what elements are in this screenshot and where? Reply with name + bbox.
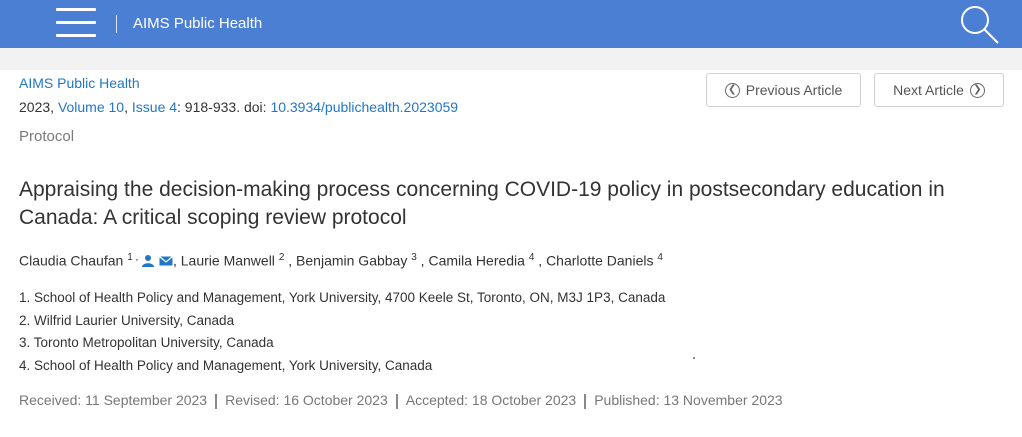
affiliation-item: 2. Wilfrid Laurier University, Canada	[19, 312, 235, 328]
chevron-right-circle-icon: ❯	[969, 82, 985, 98]
search-icon[interactable]	[958, 4, 1000, 44]
sub-header-band	[0, 48, 1022, 70]
affiliation-item: 4. School of Health Policy and Managemen…	[19, 357, 433, 373]
revised-date: Revised: 16 October 2023	[225, 392, 388, 408]
author-affil-ref: 4	[657, 252, 663, 263]
citation-pages: : 918-933. doi:	[177, 99, 271, 115]
author-name[interactable]: , Camila Heredia	[417, 253, 529, 269]
date-divider	[584, 393, 587, 409]
previous-article-button[interactable]: ❮ Previous Article	[706, 73, 861, 107]
author-affil-ref: 1 ,	[127, 252, 142, 263]
next-article-button[interactable]: Next Article ❯	[874, 73, 1004, 107]
author-name[interactable]: , Charlotte Daniels	[534, 253, 657, 269]
stray-dot	[693, 357, 695, 359]
issue-link[interactable]: Issue 4	[132, 99, 177, 115]
header-divider	[116, 15, 117, 33]
date-divider	[215, 393, 218, 409]
volume-link[interactable]: Volume 10	[58, 99, 124, 115]
date-divider	[395, 393, 398, 409]
top-navigation-bar: AIMS Public Health	[0, 0, 1022, 48]
accepted-date: Accepted: 18 October 2023	[405, 392, 577, 408]
publication-dates: Received: 11 September 2023 Revised: 16 O…	[19, 392, 783, 409]
author-name[interactable]: , Benjamin Gabbay	[284, 253, 411, 269]
author-name[interactable]: , Laurie Manwell	[173, 253, 279, 269]
affiliation-item: 3. Toronto Metropolitan University, Cana…	[19, 335, 274, 350]
site-title[interactable]: AIMS Public Health	[133, 15, 262, 32]
author-name[interactable]: Claudia Chaufan	[19, 253, 127, 269]
published-date: Published: 13 November 2023	[594, 392, 783, 408]
email-icon	[159, 255, 173, 266]
affiliation-item: 1. School of Health Policy and Managemen…	[19, 290, 666, 305]
journal-link[interactable]: AIMS Public Health	[19, 75, 140, 91]
hamburger-menu-icon[interactable]	[56, 6, 96, 40]
author-list: Claudia Chaufan 1 , , Laurie Manwell 2 ,…	[19, 252, 663, 270]
article-title: Appraising the decision-making process c…	[19, 178, 945, 229]
corresponding-author-icons[interactable]	[141, 254, 173, 270]
next-article-label: Next Article	[893, 82, 964, 98]
doi-link[interactable]: 10.3934/publichealth.2023059	[270, 99, 458, 115]
affiliation-list: 1. School of Health Policy and Managemen…	[19, 287, 665, 377]
received-date: Received: 11 September 2023	[19, 392, 208, 408]
chevron-left-circle-icon: ❮	[724, 82, 740, 98]
person-icon	[142, 254, 155, 267]
citation-line: 2023, Volume 10, Issue 4: 918-933. doi: …	[19, 99, 458, 115]
citation-sep: ,	[124, 99, 132, 115]
article-type: Protocol	[19, 128, 75, 145]
previous-article-label: Previous Article	[745, 82, 843, 98]
citation-year: 2023,	[19, 99, 58, 115]
